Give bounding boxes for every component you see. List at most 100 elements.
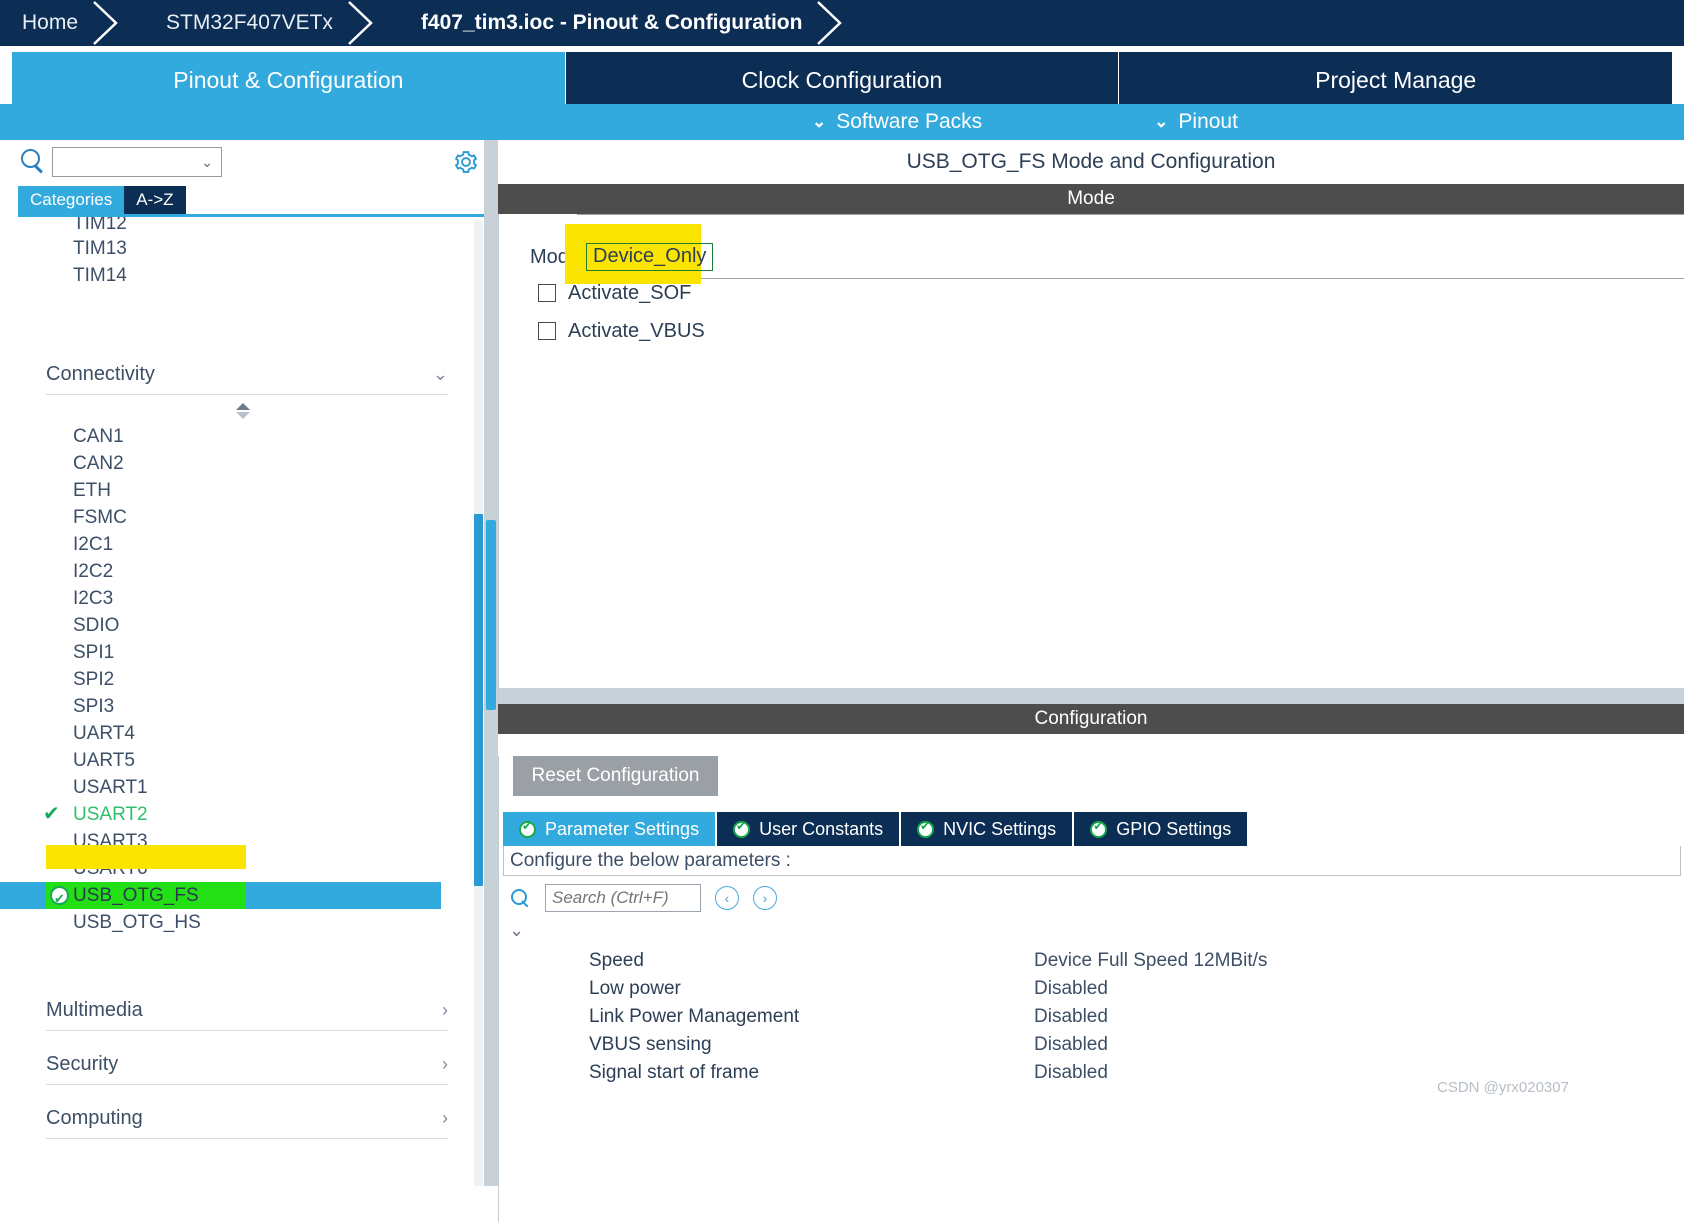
tree-spinner-icon[interactable] — [0, 401, 480, 423]
tree-item-label: I2C2 — [73, 561, 114, 582]
tree-item-usart1[interactable]: USART1 — [0, 774, 480, 801]
parameter-value[interactable]: Disabled — [1034, 1006, 1108, 1028]
tree-item-tim13[interactable]: TIM13 — [0, 235, 480, 262]
breadcrumb-item-current[interactable]: f407_tim3.ioc - Pinout & Configuration — [395, 0, 821, 46]
tab-clock-configuration[interactable]: Clock Configuration — [564, 52, 1119, 108]
tree-item-label: USART2 — [73, 804, 148, 825]
tab-label: Clock Configuration — [741, 66, 943, 93]
tree-item-label: CAN1 — [73, 426, 124, 447]
reset-configuration-button[interactable]: Reset Configuration — [513, 756, 718, 796]
tree-item-eth[interactable]: ETH — [0, 477, 480, 504]
check-circle-icon — [733, 819, 751, 838]
tree-item-spi2[interactable]: SPI2 — [0, 666, 480, 693]
search-prev-button[interactable]: ‹ — [715, 886, 739, 910]
group-label: Security — [46, 1053, 119, 1075]
tab-label: Categories — [30, 190, 113, 209]
panel-splitter-grip[interactable] — [486, 520, 496, 710]
tree-item-i2c2[interactable]: I2C2 — [0, 558, 480, 585]
table-row[interactable]: Low power Disabled — [499, 975, 1684, 1003]
tab-label: GPIO Settings — [1116, 818, 1232, 839]
checkbox-activate-sof[interactable] — [538, 284, 556, 302]
tree-item-tim12[interactable]: TIM12 — [0, 217, 480, 235]
tree-item-uart4[interactable]: UART4 — [0, 720, 480, 747]
category-tab-group: Categories A->Z — [18, 186, 186, 214]
parameter-name: Link Power Management — [589, 1006, 800, 1027]
check-circle-icon — [917, 819, 935, 838]
parameter-search-input[interactable] — [550, 887, 700, 909]
gear-icon[interactable] — [452, 148, 480, 176]
parameter-group-toggle[interactable]: ⌄ — [509, 920, 529, 941]
tree-item-label: ETH — [73, 480, 111, 501]
tab-a-to-z[interactable]: A->Z — [124, 186, 186, 214]
parameter-value[interactable]: Disabled — [1034, 1034, 1108, 1056]
search-next-button[interactable]: › — [753, 886, 777, 910]
parameter-search-field[interactable] — [545, 884, 701, 912]
spinner-down-icon[interactable] — [236, 412, 250, 419]
table-row[interactable]: Speed Device Full Speed 12MBit/s — [499, 947, 1684, 975]
tree-item-uart5[interactable]: UART5 — [0, 747, 480, 774]
breadcrumb-item-device[interactable]: STM32F407VETx — [140, 0, 351, 46]
search-icon — [18, 147, 48, 177]
tree-item-i2c3[interactable]: I2C3 — [0, 585, 480, 612]
tree-item-label: UART4 — [73, 723, 135, 744]
group-connectivity[interactable]: Connectivity ⌄ — [46, 355, 448, 395]
menu-software-packs[interactable]: ⌄ Software Packs — [812, 110, 982, 134]
tree-item-label: USB_OTG_FS — [73, 885, 199, 906]
breadcrumb-item-home[interactable]: Home — [0, 0, 96, 46]
tab-pinout-configuration[interactable]: Pinout & Configuration — [12, 52, 565, 108]
table-row[interactable]: Link Power Management Disabled — [499, 1003, 1684, 1031]
peripheral-search-input[interactable] — [53, 152, 202, 172]
spinner-up-icon[interactable] — [236, 403, 250, 410]
check-circle-icon — [519, 819, 536, 838]
tree-item-fsmc[interactable]: FSMC — [0, 504, 480, 531]
parameter-table: Speed Device Full Speed 12MBit/s Low pow… — [499, 947, 1684, 1087]
tree-item-spi3[interactable]: SPI3 — [0, 693, 480, 720]
tab-gpio-settings[interactable]: GPIO Settings — [1074, 812, 1250, 846]
group-label: Computing — [46, 1107, 143, 1129]
group-computing[interactable]: Computing › — [46, 1099, 448, 1139]
tree-item-can2[interactable]: CAN2 — [0, 450, 480, 477]
configuration-section-header: Configuration — [498, 704, 1684, 734]
tree-item-tim14[interactable]: TIM14 — [0, 262, 480, 289]
tab-project-manager[interactable]: Project Manage — [1118, 52, 1673, 108]
tab-label: Project Manage — [1315, 66, 1477, 93]
chevron-down-icon: ⌄ — [432, 364, 448, 384]
tab-categories[interactable]: Categories — [18, 186, 125, 214]
table-row[interactable]: VBUS sensing Disabled — [499, 1031, 1684, 1059]
menu-pinout[interactable]: ⌄ Pinout — [1154, 110, 1238, 134]
tree-item-usb-otg-fs[interactable]: USB_OTG_FS — [0, 882, 441, 912]
tree-item-usart2[interactable]: ✔ USART2 — [0, 801, 480, 828]
chevron-down-icon[interactable]: ⌄ — [201, 154, 213, 171]
group-multimedia[interactable]: Multimedia › — [46, 991, 448, 1031]
parameter-value[interactable]: Disabled — [1034, 978, 1108, 1000]
group-security[interactable]: Security › — [46, 1045, 448, 1085]
chevron-right-icon: › — [442, 1108, 448, 1128]
tab-parameter-settings[interactable]: Parameter Settings — [503, 812, 718, 846]
checkbox-activate-vbus-row[interactable]: Activate_VBUS — [499, 312, 1684, 350]
horizontal-splitter[interactable] — [498, 688, 1684, 704]
tree-item-i2c1[interactable]: I2C1 — [0, 531, 480, 558]
breadcrumb-separator-icon-3 — [817, 0, 864, 46]
peripheral-search-combo[interactable]: ⌄ — [52, 147, 222, 177]
tab-user-constants[interactable]: User Constants — [717, 812, 902, 846]
tree-item-label: SPI1 — [73, 642, 115, 663]
panel-title: USB_OTG_FS Mode and Configuration — [498, 140, 1684, 184]
tree-item-label: TIM13 — [73, 238, 127, 259]
breadcrumb-label: Home — [22, 11, 79, 34]
checkbox-label: Activate_SOF — [568, 281, 692, 304]
tree-item-sdio[interactable]: SDIO — [0, 612, 480, 639]
mode-value[interactable]: Device_Only — [586, 243, 714, 271]
parameter-value[interactable]: Disabled — [1034, 1062, 1108, 1084]
tree-item-can1[interactable]: CAN1 — [0, 423, 480, 450]
checkbox-activate-vbus[interactable] — [538, 322, 556, 340]
tree-item-label: I2C3 — [73, 588, 114, 609]
configuration-tab-group: Parameter Settings User Constants NVIC S… — [503, 812, 1684, 846]
mode-bottom-rule — [577, 278, 1684, 279]
parameter-value[interactable]: Device Full Speed 12MBit/s — [1034, 950, 1267, 972]
tree-item-usb-otg-hs[interactable]: USB_OTG_HS — [0, 909, 480, 936]
highlight-yellow-marker-sidebar — [46, 845, 246, 869]
tab-nvic-settings[interactable]: NVIC Settings — [901, 812, 1075, 846]
tree-item-spi1[interactable]: SPI1 — [0, 639, 480, 666]
breadcrumb-label: STM32F407VETx — [166, 11, 333, 34]
tree-item-label: I2C1 — [73, 534, 114, 555]
